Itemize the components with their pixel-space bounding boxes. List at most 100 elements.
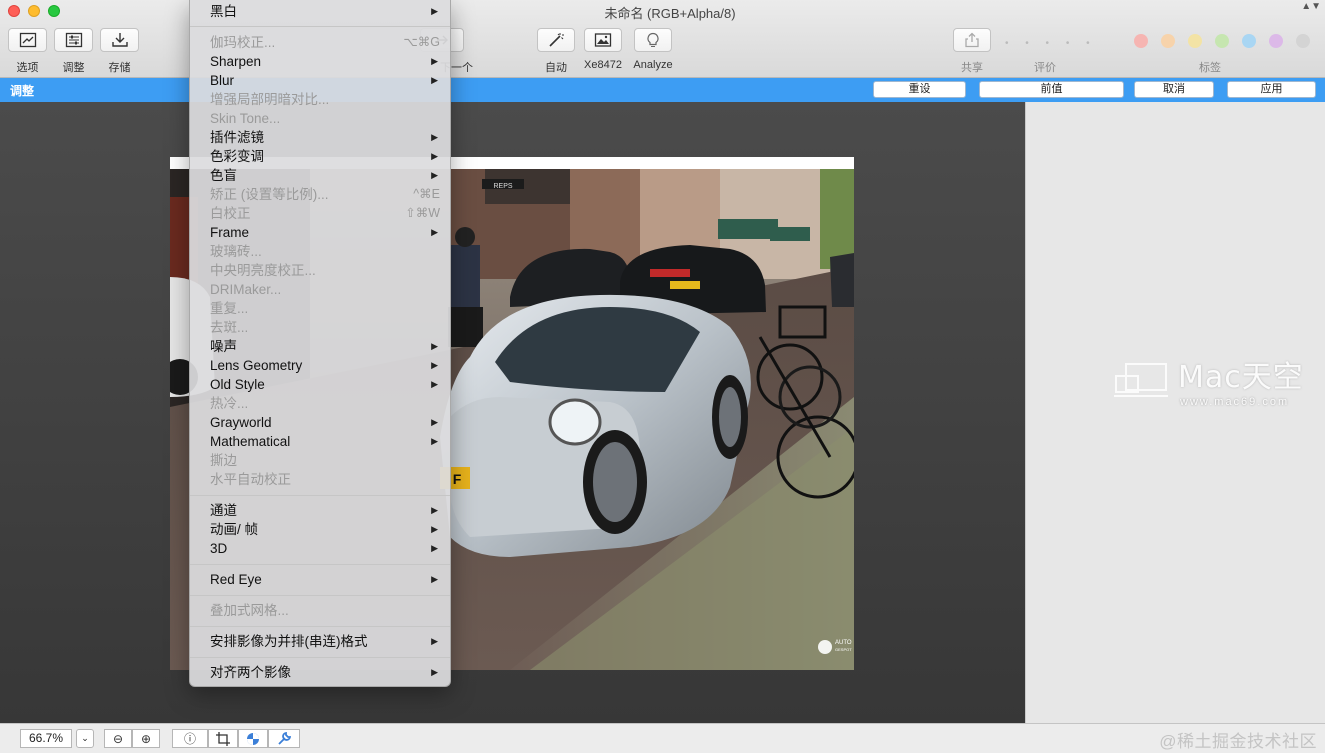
menu-item-drimaker: DRIMaker... (210, 282, 282, 297)
zoom-dropdown-button[interactable]: ⌄ (76, 729, 94, 748)
menu-item-torn-edge: 撕边 (210, 453, 237, 468)
tags-label: 标签 (1199, 62, 1221, 74)
share-icon (965, 32, 979, 48)
menu-separator (190, 26, 450, 27)
close-window-button[interactable] (8, 5, 20, 17)
menu-item-red-eye[interactable]: Red Eye ▶ (190, 570, 450, 589)
menu-item-old-style[interactable]: Old Style ▶ (190, 375, 450, 394)
options-label: 选项 (16, 62, 39, 74)
menu-item-grayworld[interactable]: Grayworld ▶ (190, 413, 450, 432)
share-button[interactable] (953, 28, 991, 52)
save-label: 存储 (108, 62, 131, 74)
tag-green[interactable] (1215, 34, 1229, 48)
info-button[interactable]: ⓘ (172, 729, 208, 748)
previous-button[interactable]: 前值 (979, 81, 1124, 98)
status-bar: 66.7% ⌄ ⊖ ⊕ ⓘ @稀土掘金技术社区 (0, 723, 1325, 753)
menu-item-align-two-images[interactable]: 对齐两个影像 ▶ (190, 663, 450, 682)
tag-purple[interactable] (1269, 34, 1283, 48)
submenu-arrow-icon: ▶ (431, 524, 438, 534)
color-wheel-icon (247, 732, 259, 745)
submenu-arrow-icon: ▶ (431, 56, 438, 66)
photo-brand-sub-text: GESPOT (835, 647, 852, 652)
shop-sign-text: REPS (493, 183, 512, 190)
minimize-window-button[interactable] (28, 5, 40, 17)
rating-stars[interactable]: • • • • • (1005, 38, 1097, 49)
auto-label: 自动 (545, 62, 567, 74)
crop-button[interactable] (208, 729, 238, 748)
menu-item-color-shift[interactable]: 色彩变调 ▶ (190, 147, 450, 166)
image-canvas[interactable]: REPS F AUTO GESPOT (0, 102, 1025, 723)
menu-item-blur[interactable]: Blur ▶ (190, 71, 450, 90)
zoom-in-button[interactable]: ⊕ (132, 729, 160, 748)
magic-wand-icon (549, 33, 564, 47)
menu-item-glass-tiles: 玻璃砖... (210, 244, 262, 259)
zoom-out-icon: ⊖ (112, 731, 124, 746)
window-title: 未命名 (RGB+Alpha/8) (604, 6, 736, 21)
menu-item-animation-frames[interactable]: 动画/ 帧 ▶ (190, 520, 450, 539)
xe8472-label: Xe8472 (584, 59, 622, 71)
menu-item-auto-level: 水平自动校正 (210, 472, 291, 487)
menu-item-mathematical[interactable]: Mathematical ▶ (190, 432, 450, 451)
submenu-arrow-icon: ▶ (431, 574, 438, 584)
tag-orange[interactable] (1161, 34, 1175, 48)
menu-item-skin-tone: Skin Tone... (210, 111, 281, 126)
menu-item-gamma: 伽玛校正... ⌥⌘G (210, 35, 440, 50)
tag-gray[interactable] (1296, 34, 1310, 48)
rating-label: 评价 (1034, 62, 1056, 74)
crop-icon (216, 731, 230, 746)
zoom-window-button[interactable] (48, 5, 60, 17)
filter-dropdown-menu: 黑白 ▶ 伽玛校正... ⌥⌘G Sharpen ▶ Blur ▶ 增强局部明暗对比..… (189, 0, 451, 687)
submenu-arrow-icon: ▶ (431, 360, 438, 370)
menu-item-black-white[interactable]: 黑白 ▶ (190, 2, 450, 21)
menu-item-center-brightness: 中央明亮度校正... (210, 263, 316, 278)
download-icon (111, 33, 128, 47)
apply-button[interactable]: 应用 (1227, 81, 1316, 98)
adjust-button[interactable] (54, 28, 93, 52)
mac-logo-icon (1114, 363, 1168, 397)
menu-item-3d[interactable]: 3D ▶ (190, 539, 450, 558)
submenu-arrow-icon: ▶ (431, 341, 438, 351)
tools-button[interactable] (268, 729, 300, 748)
menu-item-lens-geometry[interactable]: Lens Geometry ▶ (190, 356, 450, 375)
menu-separator (190, 595, 450, 596)
menu-item-color-blind[interactable]: 色盲 ▶ (190, 166, 450, 185)
xe8472-button[interactable] (584, 28, 622, 52)
tag-yellow[interactable] (1188, 34, 1202, 48)
menu-item-warm-cool: 热冷... (210, 396, 249, 411)
adjust-icon (65, 32, 82, 48)
cancel-button[interactable]: 取消 (1134, 81, 1214, 98)
wrench-icon (278, 731, 291, 745)
menu-item-white-balance: 白校正 ⇧⌘W (210, 206, 440, 221)
menu-item-channels[interactable]: 通道 ▶ (190, 501, 450, 520)
menu-item-sharpen[interactable]: Sharpen ▶ (190, 52, 450, 71)
tag-red[interactable] (1134, 34, 1148, 48)
submenu-arrow-icon: ▶ (431, 170, 438, 180)
submenu-arrow-icon: ▶ (431, 505, 438, 515)
menu-item-noise[interactable]: 噪声 ▶ (190, 337, 450, 356)
submenu-arrow-icon: ▶ (431, 379, 438, 389)
image-icon (594, 33, 612, 47)
zoom-level-field[interactable]: 66.7% (20, 729, 72, 748)
reset-button[interactable]: 重设 (873, 81, 966, 98)
menu-item-overlay-grid: 叠加式网格... (210, 603, 289, 618)
license-plate-text: F (453, 471, 462, 487)
submenu-arrow-icon: ▶ (431, 667, 438, 677)
color-button[interactable] (238, 729, 268, 748)
submenu-arrow-icon: ▶ (431, 436, 438, 446)
analyze-button[interactable] (634, 28, 672, 52)
submenu-arrow-icon: ▶ (431, 417, 438, 427)
scroll-arrows-icon[interactable]: ▲▼ (1301, 2, 1321, 12)
zoom-out-button[interactable]: ⊖ (104, 729, 132, 748)
adjust-label: 调整 (62, 62, 85, 74)
tag-blue[interactable] (1242, 34, 1256, 48)
menu-separator (190, 564, 450, 565)
submenu-arrow-icon: ▶ (431, 132, 438, 142)
auto-button[interactable] (537, 28, 575, 52)
menu-item-arrange-side-by-side[interactable]: 安排影像为并排(串连)格式 ▶ (190, 632, 450, 651)
save-button[interactable] (100, 28, 139, 52)
lightbulb-icon (647, 32, 659, 47)
menu-item-plugin-filters[interactable]: 插件滤镜 ▶ (190, 128, 450, 147)
submenu-arrow-icon: ▶ (431, 227, 438, 237)
options-button[interactable] (8, 28, 47, 52)
menu-item-frame[interactable]: Frame ▶ (190, 223, 450, 242)
